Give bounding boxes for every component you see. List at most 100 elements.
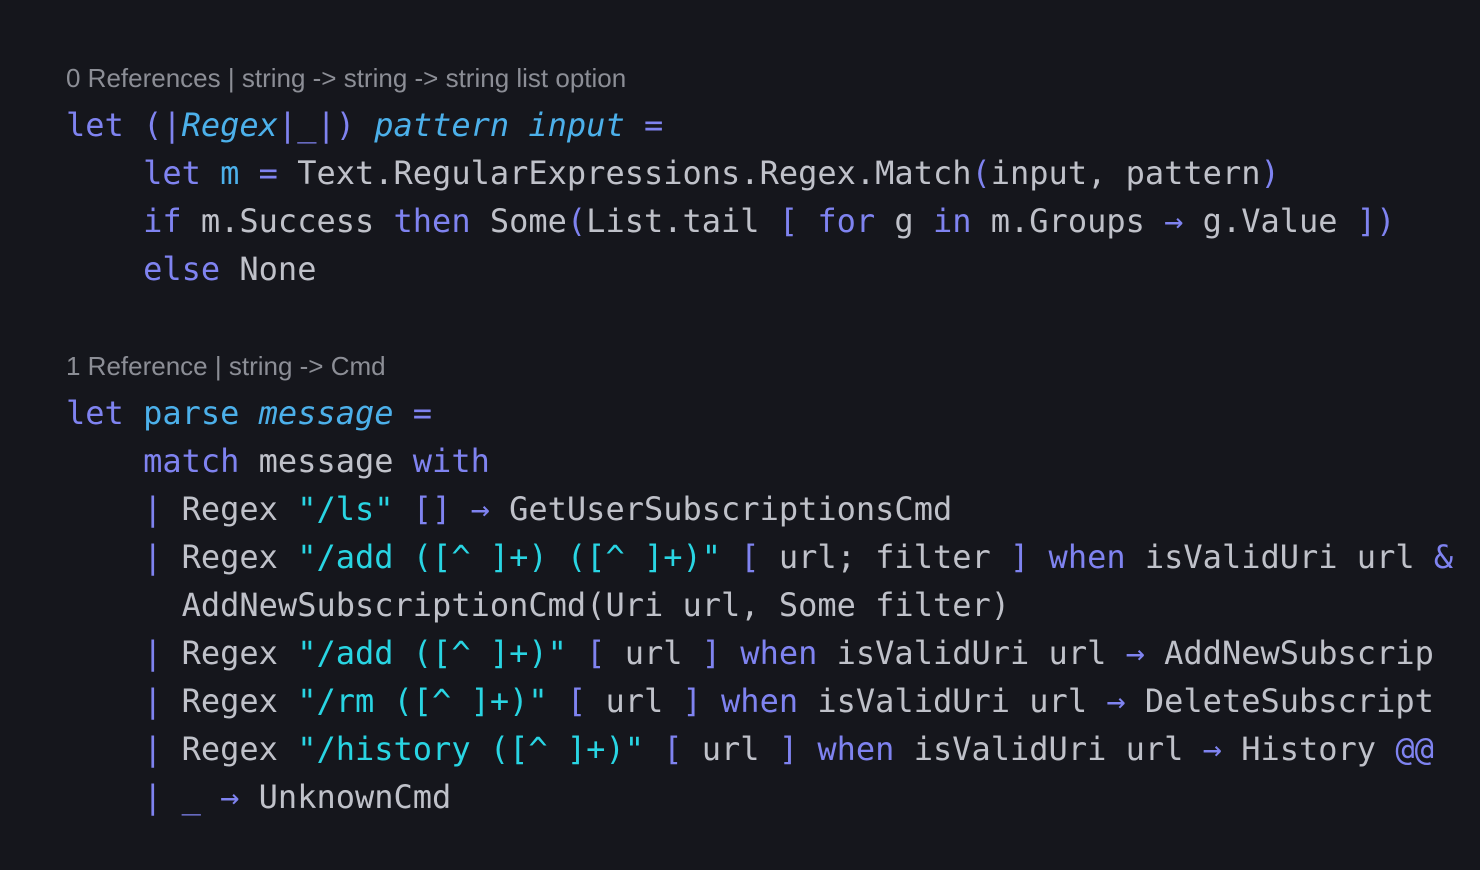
arrow-operator: → bbox=[220, 778, 240, 816]
keyword: let bbox=[66, 106, 124, 144]
method-call: Text.RegularExpressions.Regex.Match bbox=[297, 154, 972, 192]
code-line: if m.Success then Some(List.tail [ for g… bbox=[66, 197, 1395, 245]
guard-expression: isValidUri url bbox=[836, 634, 1107, 672]
code-line: | Regex "/rm ([^ ]+)" [ url ] when isVal… bbox=[66, 677, 1434, 725]
paren: ) bbox=[1376, 202, 1396, 240]
equals-operator: = bbox=[412, 394, 433, 432]
match-pipe: | bbox=[143, 778, 163, 816]
result-expression: GetUserSubscriptionsCmd bbox=[509, 490, 953, 528]
paren: ) bbox=[335, 106, 355, 144]
active-pattern: Regex bbox=[181, 682, 278, 720]
variable: m bbox=[220, 154, 240, 192]
code-line: | _ → UnknownCmd bbox=[66, 773, 451, 821]
active-pattern: Regex bbox=[181, 490, 278, 528]
constructor: None bbox=[239, 250, 317, 288]
keyword: else bbox=[143, 250, 221, 288]
loop-variable: g bbox=[894, 202, 914, 240]
string-literal: "/history ([^ ]+)" bbox=[297, 730, 644, 768]
match-pipe: | bbox=[143, 634, 163, 672]
bracket: [ bbox=[740, 538, 760, 576]
code-line: | Regex "/add ([^ ]+) ([^ ]+)" [ url; fi… bbox=[66, 533, 1453, 581]
constructor: Some bbox=[489, 202, 567, 240]
string-literal: "/rm ([^ ]+)" bbox=[297, 682, 548, 720]
bracket: [ bbox=[566, 682, 587, 720]
keyword: in bbox=[932, 202, 972, 240]
code-line: let parse message = bbox=[66, 389, 432, 437]
keyword: match bbox=[143, 442, 240, 480]
expression: g.Value bbox=[1202, 202, 1338, 240]
bound-variables: url bbox=[701, 730, 760, 768]
string-literal: "/add ([^ ]+) ([^ ]+)" bbox=[297, 538, 722, 576]
keyword: when bbox=[817, 730, 895, 768]
arrow-operator: → bbox=[1125, 634, 1145, 672]
keyword: if bbox=[143, 202, 182, 240]
guard-expression: isValidUri url bbox=[913, 730, 1184, 768]
keyword: let bbox=[143, 154, 201, 192]
code-line: | Regex "/ls" [] → GetUserSubscriptionsC… bbox=[66, 485, 952, 533]
paren: ( bbox=[143, 106, 163, 144]
bracket: [ bbox=[778, 202, 799, 240]
code-line: match message with bbox=[66, 437, 490, 485]
keyword: for bbox=[817, 202, 876, 240]
equals-operator: = bbox=[643, 106, 664, 144]
bound-variables: url; filter bbox=[778, 538, 991, 576]
match-pipe: | bbox=[143, 730, 163, 768]
arrow-operator: → bbox=[1106, 682, 1126, 720]
result-expression: History bbox=[1241, 730, 1377, 768]
function-call: List.tail bbox=[586, 202, 760, 240]
result-expression: DeleteSubscript bbox=[1144, 682, 1434, 720]
keyword: then bbox=[393, 202, 471, 240]
active-pattern: Regex bbox=[181, 634, 278, 672]
result-expression: AddNewSubscriptionCmd(Uri url, Some filt… bbox=[181, 586, 1011, 624]
result-expression: UnknownCmd bbox=[258, 778, 452, 816]
wildcard: _ bbox=[181, 778, 201, 816]
code-line: let (|Regex|_|) pattern input = bbox=[66, 101, 663, 149]
operator: & bbox=[1433, 538, 1454, 576]
bracket: ] bbox=[1356, 202, 1377, 240]
operator: @@ bbox=[1395, 730, 1434, 768]
string-literal: "/ls" bbox=[297, 490, 394, 528]
bracket: [ bbox=[586, 634, 606, 672]
code-line: | Regex "/add ([^ ]+)" [ url ] when isVa… bbox=[66, 629, 1434, 677]
paren: ) bbox=[1260, 154, 1280, 192]
bar: | bbox=[316, 106, 336, 144]
arrow-operator: → bbox=[1202, 730, 1222, 768]
bracket: ] bbox=[778, 730, 799, 768]
collection: m.Groups bbox=[990, 202, 1145, 240]
code-lens-references[interactable]: 0 References | string -> string -> strin… bbox=[66, 62, 626, 94]
bracket: [ bbox=[663, 730, 683, 768]
code-line: | Regex "/history ([^ ]+)" [ url ] when … bbox=[66, 725, 1434, 773]
result-expression: AddNewSubscrip bbox=[1164, 634, 1434, 672]
bar: | bbox=[162, 106, 182, 144]
guard-expression: isValidUri url bbox=[817, 682, 1088, 720]
active-pattern: Regex bbox=[181, 730, 278, 768]
bound-variables: url bbox=[624, 634, 683, 672]
keyword: when bbox=[740, 634, 818, 672]
guard-expression: isValidUri url bbox=[1144, 538, 1415, 576]
keyword: with bbox=[412, 442, 490, 480]
code-editor[interactable]: 0 References | string -> string -> strin… bbox=[0, 0, 1480, 870]
arrow-operator: → bbox=[470, 490, 490, 528]
bracket: ] bbox=[701, 634, 722, 672]
identifier: message bbox=[258, 442, 394, 480]
active-pattern-name: Regex bbox=[181, 106, 278, 144]
keyword: when bbox=[1048, 538, 1126, 576]
parameter: pattern bbox=[374, 106, 510, 144]
code-line: else None bbox=[66, 245, 316, 293]
paren: ( bbox=[566, 202, 587, 240]
equals-operator: = bbox=[258, 154, 278, 192]
function-name: parse bbox=[143, 394, 240, 432]
match-pipe: | bbox=[143, 682, 163, 720]
bar: | bbox=[277, 106, 298, 144]
code-line: AddNewSubscriptionCmd(Uri url, Some filt… bbox=[66, 581, 1010, 629]
code-lens-references[interactable]: 1 Reference | string -> Cmd bbox=[66, 350, 386, 382]
string-literal: "/add ([^ ]+)" bbox=[297, 634, 567, 672]
match-pipe: | bbox=[143, 538, 163, 576]
wildcard: _ bbox=[297, 106, 317, 144]
parameter: message bbox=[258, 394, 394, 432]
arguments: input, pattern bbox=[990, 154, 1261, 192]
paren: ( bbox=[971, 154, 991, 192]
arrow-operator: → bbox=[1164, 202, 1184, 240]
bracket: ] bbox=[682, 682, 702, 720]
code-line: let m = Text.RegularExpressions.Regex.Ma… bbox=[66, 149, 1280, 197]
